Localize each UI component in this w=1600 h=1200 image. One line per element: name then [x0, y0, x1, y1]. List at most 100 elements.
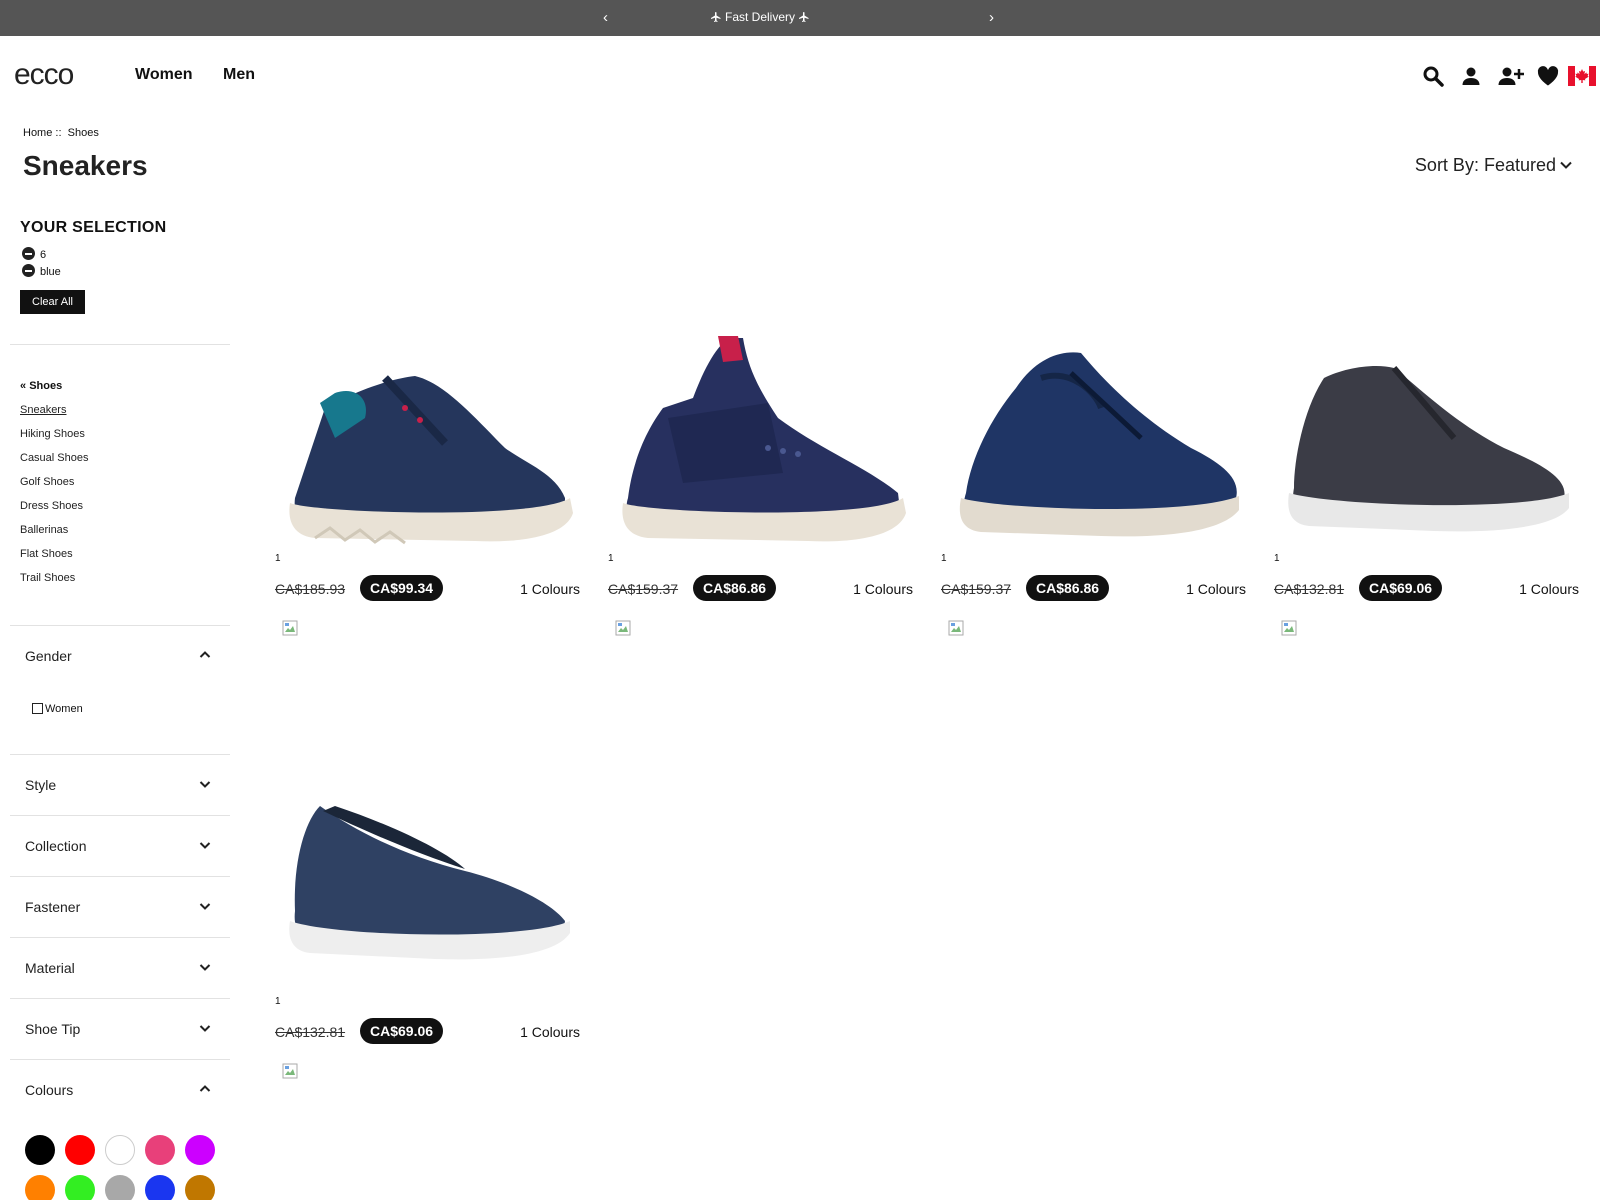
- colour-swatch[interactable]: [145, 1135, 175, 1165]
- product-variant-count: 1: [1274, 553, 1280, 564]
- product-image[interactable]: [275, 691, 580, 991]
- facet-label: Collection: [25, 838, 87, 854]
- colour-swatch[interactable]: [185, 1175, 215, 1200]
- product-original-price: CA$132.81: [275, 1024, 346, 1040]
- your-selection-title: YOUR SELECTION: [20, 219, 167, 236]
- category-link-ballerinas[interactable]: Ballerinas: [20, 524, 68, 536]
- product-original-price: CA$132.81: [1274, 581, 1345, 597]
- colour-swatch[interactable]: [65, 1175, 95, 1200]
- product-image[interactable]: [608, 248, 913, 548]
- category-link-dress-shoes[interactable]: Dress Shoes: [20, 500, 83, 512]
- facet-shoe-tip[interactable]: Shoe Tip: [25, 1021, 211, 1037]
- category-parent-shoes[interactable]: « Shoes: [20, 380, 62, 392]
- selected-filter-size[interactable]: 6: [22, 247, 46, 261]
- product-card[interactable]: 1 CA$132.81 CA$69.06 1 Colours: [1274, 248, 1579, 668]
- product-sale-price-badge: CA$86.86: [1026, 575, 1110, 601]
- shoe-illustration: [289, 375, 573, 545]
- product-card[interactable]: 1 CA$159.37 CA$86.86 1 Colours: [941, 248, 1246, 668]
- facet-label: Gender: [25, 648, 72, 664]
- sort-label: Sort By: Featured: [1414, 155, 1556, 175]
- product-card[interactable]: 1 CA$185.93 CA$99.34 1 Colours: [275, 248, 580, 668]
- clear-all-button[interactable]: Clear All: [20, 290, 85, 314]
- broken-image-icon: [948, 620, 964, 636]
- divider: [10, 1059, 230, 1060]
- colour-swatch[interactable]: [145, 1175, 175, 1200]
- divider: [10, 754, 230, 755]
- category-link-flat-shoes[interactable]: Flat Shoes: [20, 548, 73, 560]
- checkbox[interactable]: [32, 703, 43, 714]
- product-image[interactable]: [941, 248, 1246, 548]
- breadcrumb-shoes[interactable]: Shoes: [68, 127, 99, 139]
- category-link-trail-shoes[interactable]: Trail Shoes: [20, 572, 75, 584]
- chevron-down-icon: [199, 964, 211, 971]
- canada-flag-icon[interactable]: [1568, 66, 1596, 86]
- colour-swatch[interactable]: [105, 1175, 135, 1200]
- page-title: Sneakers: [23, 150, 148, 181]
- divider: [10, 876, 230, 877]
- facet-style[interactable]: Style: [25, 777, 211, 793]
- product-sale-price-badge: CA$69.06: [360, 1018, 444, 1044]
- breadcrumb-separator: ::: [55, 127, 62, 139]
- divider: [10, 625, 230, 626]
- product-card[interactable]: 1 CA$159.37 CA$86.86 1 Colours: [608, 248, 913, 668]
- remove-filter-icon: [22, 264, 35, 277]
- product-sale-price-badge: CA$69.06: [1359, 575, 1443, 601]
- divider: [10, 998, 230, 999]
- airplane-icon: [710, 12, 721, 22]
- product-sale-price-badge: CA$86.86: [693, 575, 777, 601]
- shoe-illustration: [289, 806, 570, 960]
- product-colours: 1 Colours: [520, 581, 580, 597]
- facet-material[interactable]: Material: [25, 960, 211, 976]
- colour-swatch[interactable]: [25, 1135, 55, 1165]
- facet-fastener[interactable]: Fastener: [25, 899, 211, 915]
- facet-label: Material: [25, 960, 75, 976]
- remove-filter-icon: [22, 247, 35, 260]
- product-card[interactable]: 1 CA$132.81 CA$69.06 1 Colours: [275, 691, 580, 1111]
- product-variant-count: 1: [275, 996, 281, 1007]
- facet-colours[interactable]: Colours: [25, 1082, 211, 1098]
- nav-men[interactable]: Men: [223, 66, 255, 84]
- product-image[interactable]: [1274, 248, 1579, 548]
- search-icon[interactable]: [1421, 64, 1445, 88]
- breadcrumb-home[interactable]: Home: [23, 127, 52, 139]
- facet-label: Style: [25, 777, 57, 793]
- chevron-up-icon: [199, 1085, 211, 1092]
- category-link-golf-shoes[interactable]: Golf Shoes: [20, 476, 74, 488]
- broken-image-icon: [1281, 620, 1297, 636]
- site-header: ecco Women Men: [0, 36, 1600, 116]
- facet-label: Colours: [25, 1082, 74, 1098]
- gender-option-women[interactable]: Women: [32, 703, 83, 715]
- product-colours: 1 Colours: [520, 1024, 580, 1040]
- product-variant-count: 1: [608, 553, 614, 564]
- category-link-sneakers[interactable]: Sneakers: [20, 404, 66, 416]
- breadcrumb: Home :: Shoes: [23, 127, 99, 139]
- selected-filter-colour[interactable]: blue: [22, 264, 61, 278]
- category-link-casual-shoes[interactable]: Casual Shoes: [20, 452, 89, 464]
- logo-text: ecco: [14, 62, 74, 90]
- product-variant-count: 1: [275, 553, 281, 564]
- product-image[interactable]: [275, 248, 580, 548]
- chevron-down-icon: [1560, 161, 1572, 169]
- account-icon[interactable]: [1459, 64, 1483, 88]
- divider: [10, 937, 230, 938]
- product-original-price: CA$185.93: [275, 581, 346, 597]
- facet-gender[interactable]: Gender: [25, 648, 211, 664]
- promo-next-button[interactable]: ›: [989, 9, 994, 26]
- nav-women[interactable]: Women: [135, 66, 192, 84]
- facet-collection[interactable]: Collection: [25, 838, 211, 854]
- add-user-icon[interactable]: [1497, 64, 1525, 88]
- product-original-price: CA$159.37: [608, 581, 679, 597]
- wishlist-heart-icon[interactable]: [1536, 64, 1560, 88]
- category-link-hiking-shoes[interactable]: Hiking Shoes: [20, 428, 85, 440]
- product-colours: 1 Colours: [1186, 581, 1246, 597]
- sort-dropdown[interactable]: Sort By: Featured: [1415, 155, 1572, 176]
- ecco-logo[interactable]: ecco: [14, 62, 96, 90]
- colour-swatch[interactable]: [25, 1175, 55, 1200]
- product-original-price: CA$159.37: [941, 581, 1012, 597]
- broken-image-icon: [615, 620, 631, 636]
- colour-swatch[interactable]: [65, 1135, 95, 1165]
- colour-swatch[interactable]: [185, 1135, 215, 1165]
- chevron-up-icon: [199, 651, 211, 658]
- colour-swatch[interactable]: [105, 1135, 135, 1165]
- broken-image-icon: [282, 620, 298, 636]
